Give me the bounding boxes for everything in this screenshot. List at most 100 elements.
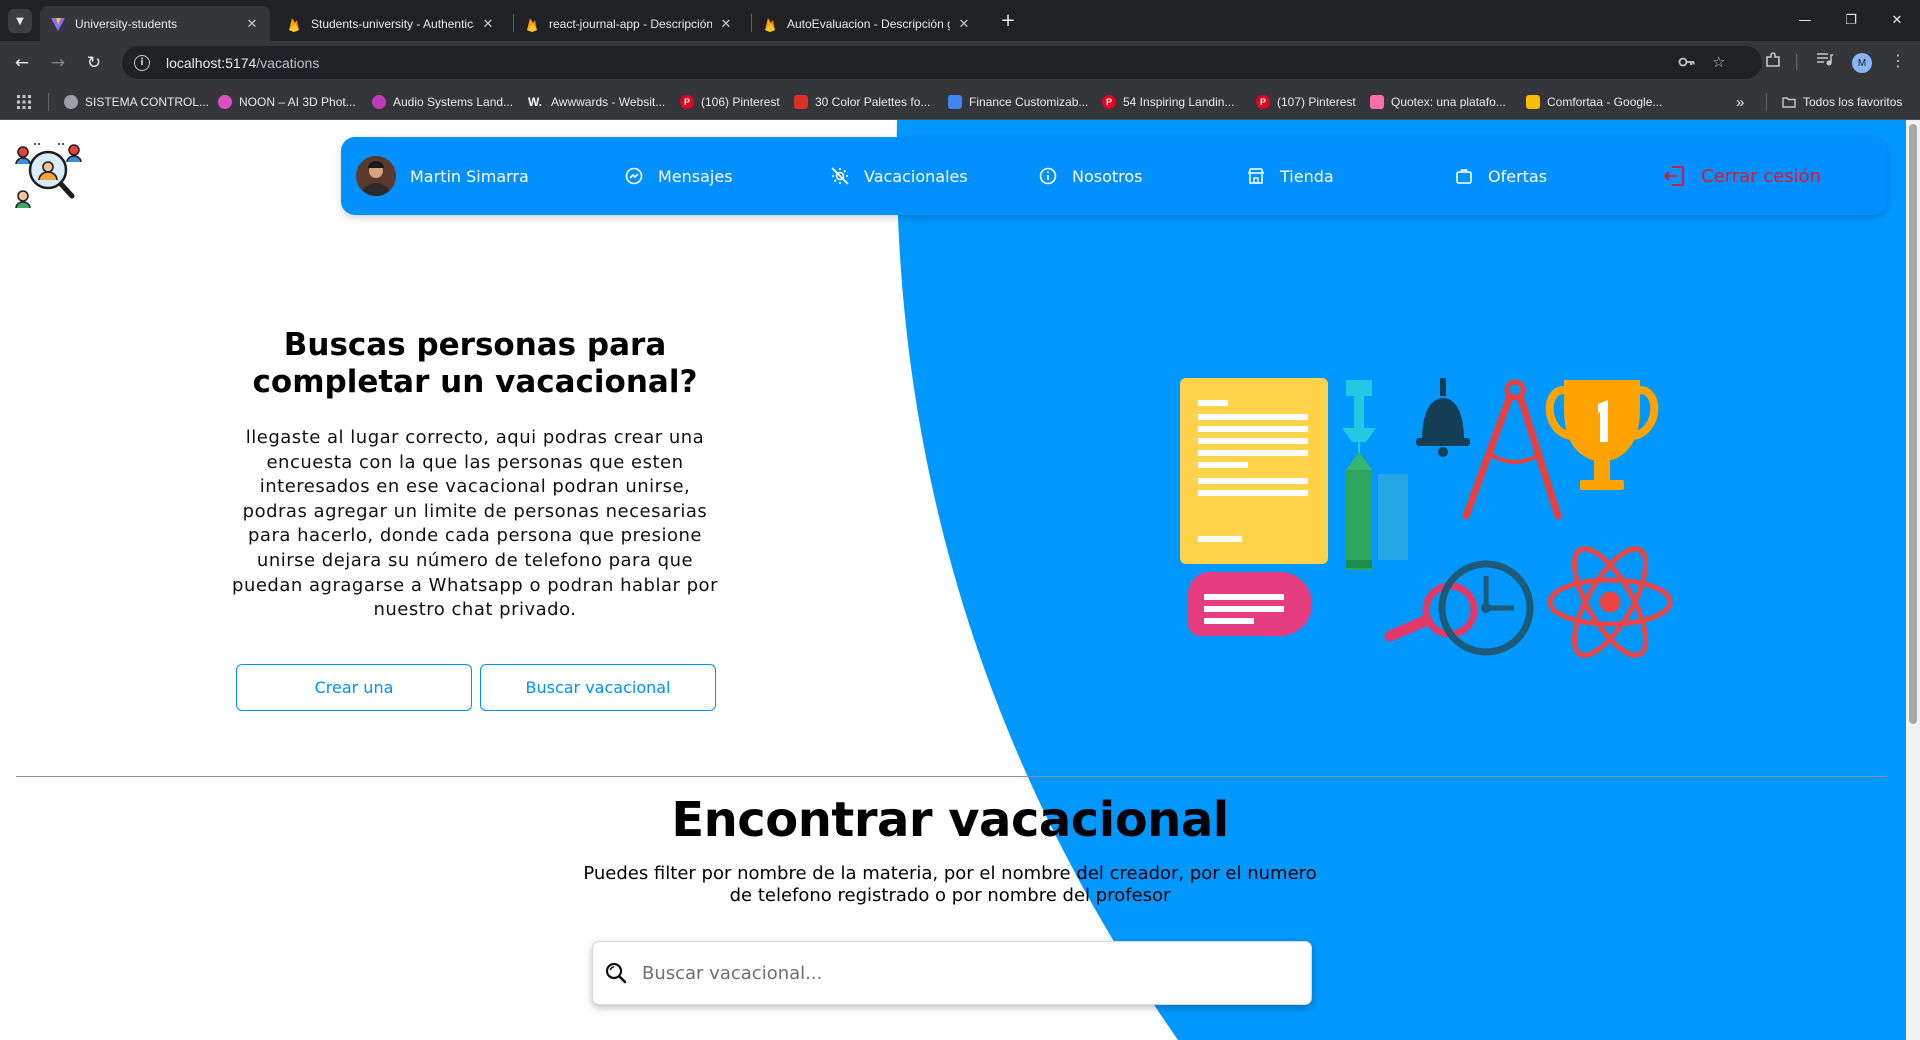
audio-systems-icon: [372, 95, 386, 109]
bookmark-item[interactable]: Comfortaa - Google...: [1526, 93, 1662, 111]
google-fonts-icon: [1526, 95, 1540, 109]
finance-icon: [948, 95, 962, 109]
logout-label: Cerrar cesión: [1701, 165, 1822, 187]
bookmark-item[interactable]: Quotex: una platafo...: [1370, 93, 1506, 111]
bookmarks-overflow-icon[interactable]: »: [1736, 93, 1744, 111]
color-palettes-icon: [794, 95, 808, 109]
nav-item-ofertas[interactable]: Ofertas: [1454, 137, 1547, 215]
pinterest-icon: P: [1102, 95, 1116, 109]
browser-tabstrip: ▼ University-students ✕ Students-univers…: [0, 0, 1920, 41]
nav-label: Mensajes: [658, 166, 733, 186]
awwwards-icon: W.: [528, 95, 542, 109]
reload-icon[interactable]: ↻: [80, 49, 108, 77]
tab-title: Students-university - Authentica: [311, 16, 474, 31]
scrollbar-thumb[interactable]: [1909, 124, 1917, 724]
magnifier-icon: [1384, 582, 1478, 642]
bookmark-item[interactable]: Finance Customizab...: [948, 93, 1088, 111]
bookmarks-bar: SISTEMA CONTROL... NOON – AI 3D Phot... …: [0, 84, 1920, 120]
bookmark-item[interactable]: W. Awwwards - Websit...: [526, 93, 665, 111]
nav-label: Nosotros: [1072, 166, 1143, 186]
browser-toolbar: ← → ↻ i localhost:5174/vacations ☆ | M ⋮: [0, 41, 1920, 84]
new-tab-button[interactable]: +: [996, 8, 1020, 32]
close-icon[interactable]: ✕: [718, 16, 734, 32]
bookmark-label: Quotex: una platafo...: [1391, 95, 1506, 109]
site-info-icon[interactable]: i: [134, 54, 150, 71]
nav-user-profile[interactable]: Martin Simarra: [356, 137, 529, 215]
chat-bubble-icon: [1187, 572, 1312, 636]
bookmark-item[interactable]: Audio Systems Land...: [372, 93, 513, 111]
close-icon[interactable]: ✕: [480, 16, 496, 32]
restore-icon[interactable]: ❐: [1828, 6, 1874, 34]
logout-button[interactable]: Cerrar cesión: [1663, 137, 1821, 215]
browser-menu-icon[interactable]: ⋮: [1890, 51, 1906, 70]
password-key-icon[interactable]: [1678, 55, 1696, 73]
find-title: Encontrar vacacional: [671, 792, 1229, 848]
compass-icon: [1462, 379, 1562, 520]
nav-item-nosotros[interactable]: Nosotros: [1038, 137, 1143, 215]
quotex-icon: [1370, 95, 1384, 109]
app-logo[interactable]: [14, 138, 84, 209]
forward-icon[interactable]: →: [44, 49, 72, 77]
trophy-icon: [1545, 380, 1659, 490]
bookmark-item[interactable]: P (107) Pinterest: [1256, 93, 1356, 111]
bookmark-label: Comfortaa - Google...: [1547, 95, 1663, 109]
bookmark-label: Finance Customizab...: [969, 95, 1089, 109]
firebase-icon: [286, 16, 302, 32]
nav-item-tienda[interactable]: Tienda: [1246, 137, 1334, 215]
globe-icon: [64, 95, 78, 109]
browser-tab-4[interactable]: AutoEvaluacion - Descripción g ✕: [752, 6, 982, 41]
bookmark-label: Awwwards - Websit...: [551, 95, 666, 109]
search-vacation-button[interactable]: Buscar vacacional: [480, 664, 716, 711]
back-icon[interactable]: ←: [8, 49, 36, 77]
search-bar: [592, 941, 1312, 1005]
no-sun-icon: [830, 166, 850, 186]
window-close-icon[interactable]: ✕: [1874, 6, 1920, 34]
minimize-icon[interactable]: —: [1782, 6, 1828, 34]
close-icon[interactable]: ✕: [956, 16, 972, 32]
tab-title: react-journal-app - Descripción g: [549, 16, 712, 31]
user-avatar: [356, 156, 396, 196]
pushpin-icon: [1342, 380, 1376, 460]
address-bar[interactable]: i localhost:5174/vacations ☆: [122, 46, 1762, 79]
main-navbar: Martin Simarra Mensajes Vacacionales Nos…: [341, 137, 1887, 215]
folder-icon: [1782, 95, 1796, 109]
nav-label: Vacacionales: [864, 166, 968, 186]
browser-tab-2[interactable]: Students-university - Authentica ✕: [276, 6, 506, 41]
briefcase-icon: [1454, 166, 1474, 186]
nav-item-vacacionales[interactable]: Vacacionales: [830, 137, 968, 215]
tab-search-icon[interactable]: ▼: [8, 9, 32, 33]
bookmark-item[interactable]: 30 Color Palettes fo...: [794, 93, 930, 111]
bookmark-label: (107) Pinterest: [1277, 95, 1356, 109]
students-logo-icon: [15, 143, 82, 209]
bookmark-item[interactable]: P 54 Inspiring Landin...: [1102, 93, 1234, 111]
browser-tab-3[interactable]: react-journal-app - Descripción g ✕: [514, 6, 744, 41]
media-controls-icon[interactable]: [1816, 51, 1834, 71]
create-vacation-button[interactable]: Crear una: [236, 664, 472, 711]
url-host: localhost:5174: [166, 54, 257, 71]
all-bookmarks-folder[interactable]: Todos los favoritos: [1782, 93, 1902, 111]
url-text: localhost:5174/vacations: [166, 55, 319, 71]
bookmark-item[interactable]: NOON – AI 3D Phot...: [218, 93, 356, 111]
bookmark-item[interactable]: P (106) Pinterest: [680, 93, 780, 111]
find-subtitle: Puedes filter por nombre de la materia, …: [583, 863, 1317, 906]
user-name: Martin Simarra: [410, 166, 529, 186]
page-content: Martin Simarra Mensajes Vacacionales Nos…: [0, 120, 1920, 1040]
bookmark-item[interactable]: SISTEMA CONTROL...: [64, 93, 209, 111]
profile-avatar[interactable]: M: [1852, 53, 1872, 73]
search-input[interactable]: [642, 962, 1242, 984]
extensions-icon[interactable]: [1764, 51, 1782, 73]
bookmarks-separator: [48, 93, 49, 111]
bookmark-label: NOON – AI 3D Phot...: [239, 95, 356, 109]
firebase-icon: [524, 16, 540, 32]
pinterest-icon: P: [1256, 95, 1270, 109]
browser-tab-1[interactable]: University-students ✕: [40, 6, 270, 41]
bookmark-label: SISTEMA CONTROL...: [85, 95, 210, 109]
url-path: /vacations: [256, 54, 320, 71]
hero-title: Buscas personas para completar un vacaci…: [252, 327, 698, 400]
nav-item-mensajes[interactable]: Mensajes: [624, 137, 733, 215]
bookmark-label: (106) Pinterest: [701, 95, 780, 109]
bookmark-label: Todos los favoritos: [1803, 95, 1903, 109]
close-icon[interactable]: ✕: [244, 16, 260, 32]
apps-grid-icon[interactable]: [16, 93, 32, 111]
bookmark-star-icon[interactable]: ☆: [1712, 53, 1725, 71]
